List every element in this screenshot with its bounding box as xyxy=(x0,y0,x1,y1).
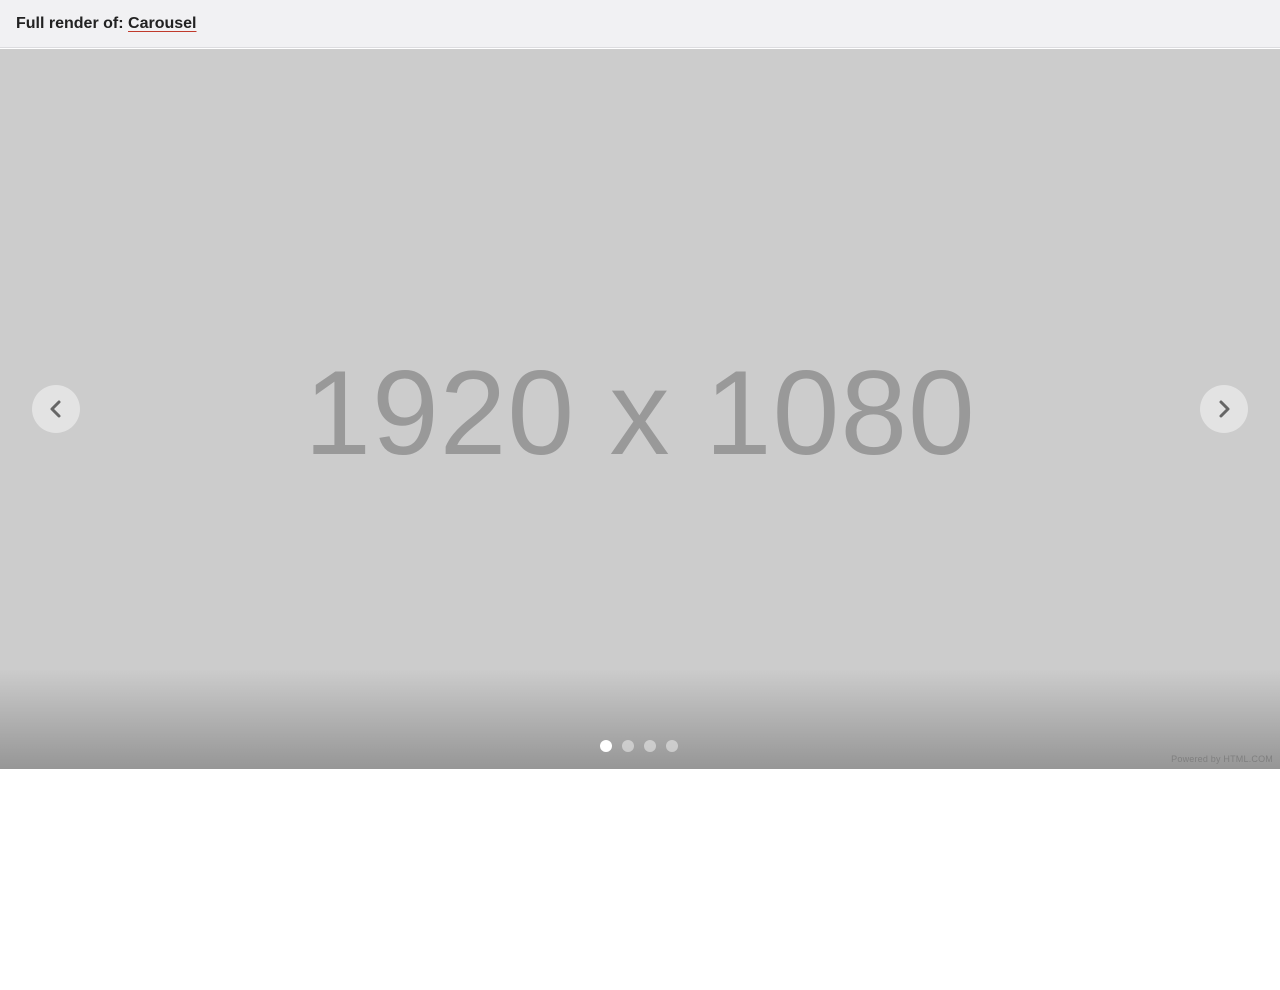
bottom-gradient xyxy=(0,669,1280,769)
chevron-right-icon xyxy=(1219,400,1230,418)
next-slide-button[interactable] xyxy=(1200,385,1248,433)
slide-indicator-dot[interactable] xyxy=(666,740,678,752)
carousel: 1920 x 1080 Powered by HTML.COM xyxy=(0,49,1280,769)
carousel-link[interactable]: Carousel xyxy=(128,15,196,32)
slide-placeholder-text: 1920 x 1080 xyxy=(304,346,976,480)
chevron-left-icon xyxy=(50,400,61,418)
slide-indicator-dot[interactable] xyxy=(600,740,612,752)
previous-slide-button[interactable] xyxy=(32,385,80,433)
slide-indicators xyxy=(600,740,678,752)
title-prefix: Full render of: xyxy=(16,15,124,32)
slide-indicator-dot[interactable] xyxy=(644,740,656,752)
top-bar: Full render of: Carousel xyxy=(0,0,1280,48)
page-title: Full render of: Carousel xyxy=(16,15,196,33)
slide-indicator-dot[interactable] xyxy=(622,740,634,752)
powered-by-text: Powered by HTML.COM xyxy=(1171,754,1273,764)
